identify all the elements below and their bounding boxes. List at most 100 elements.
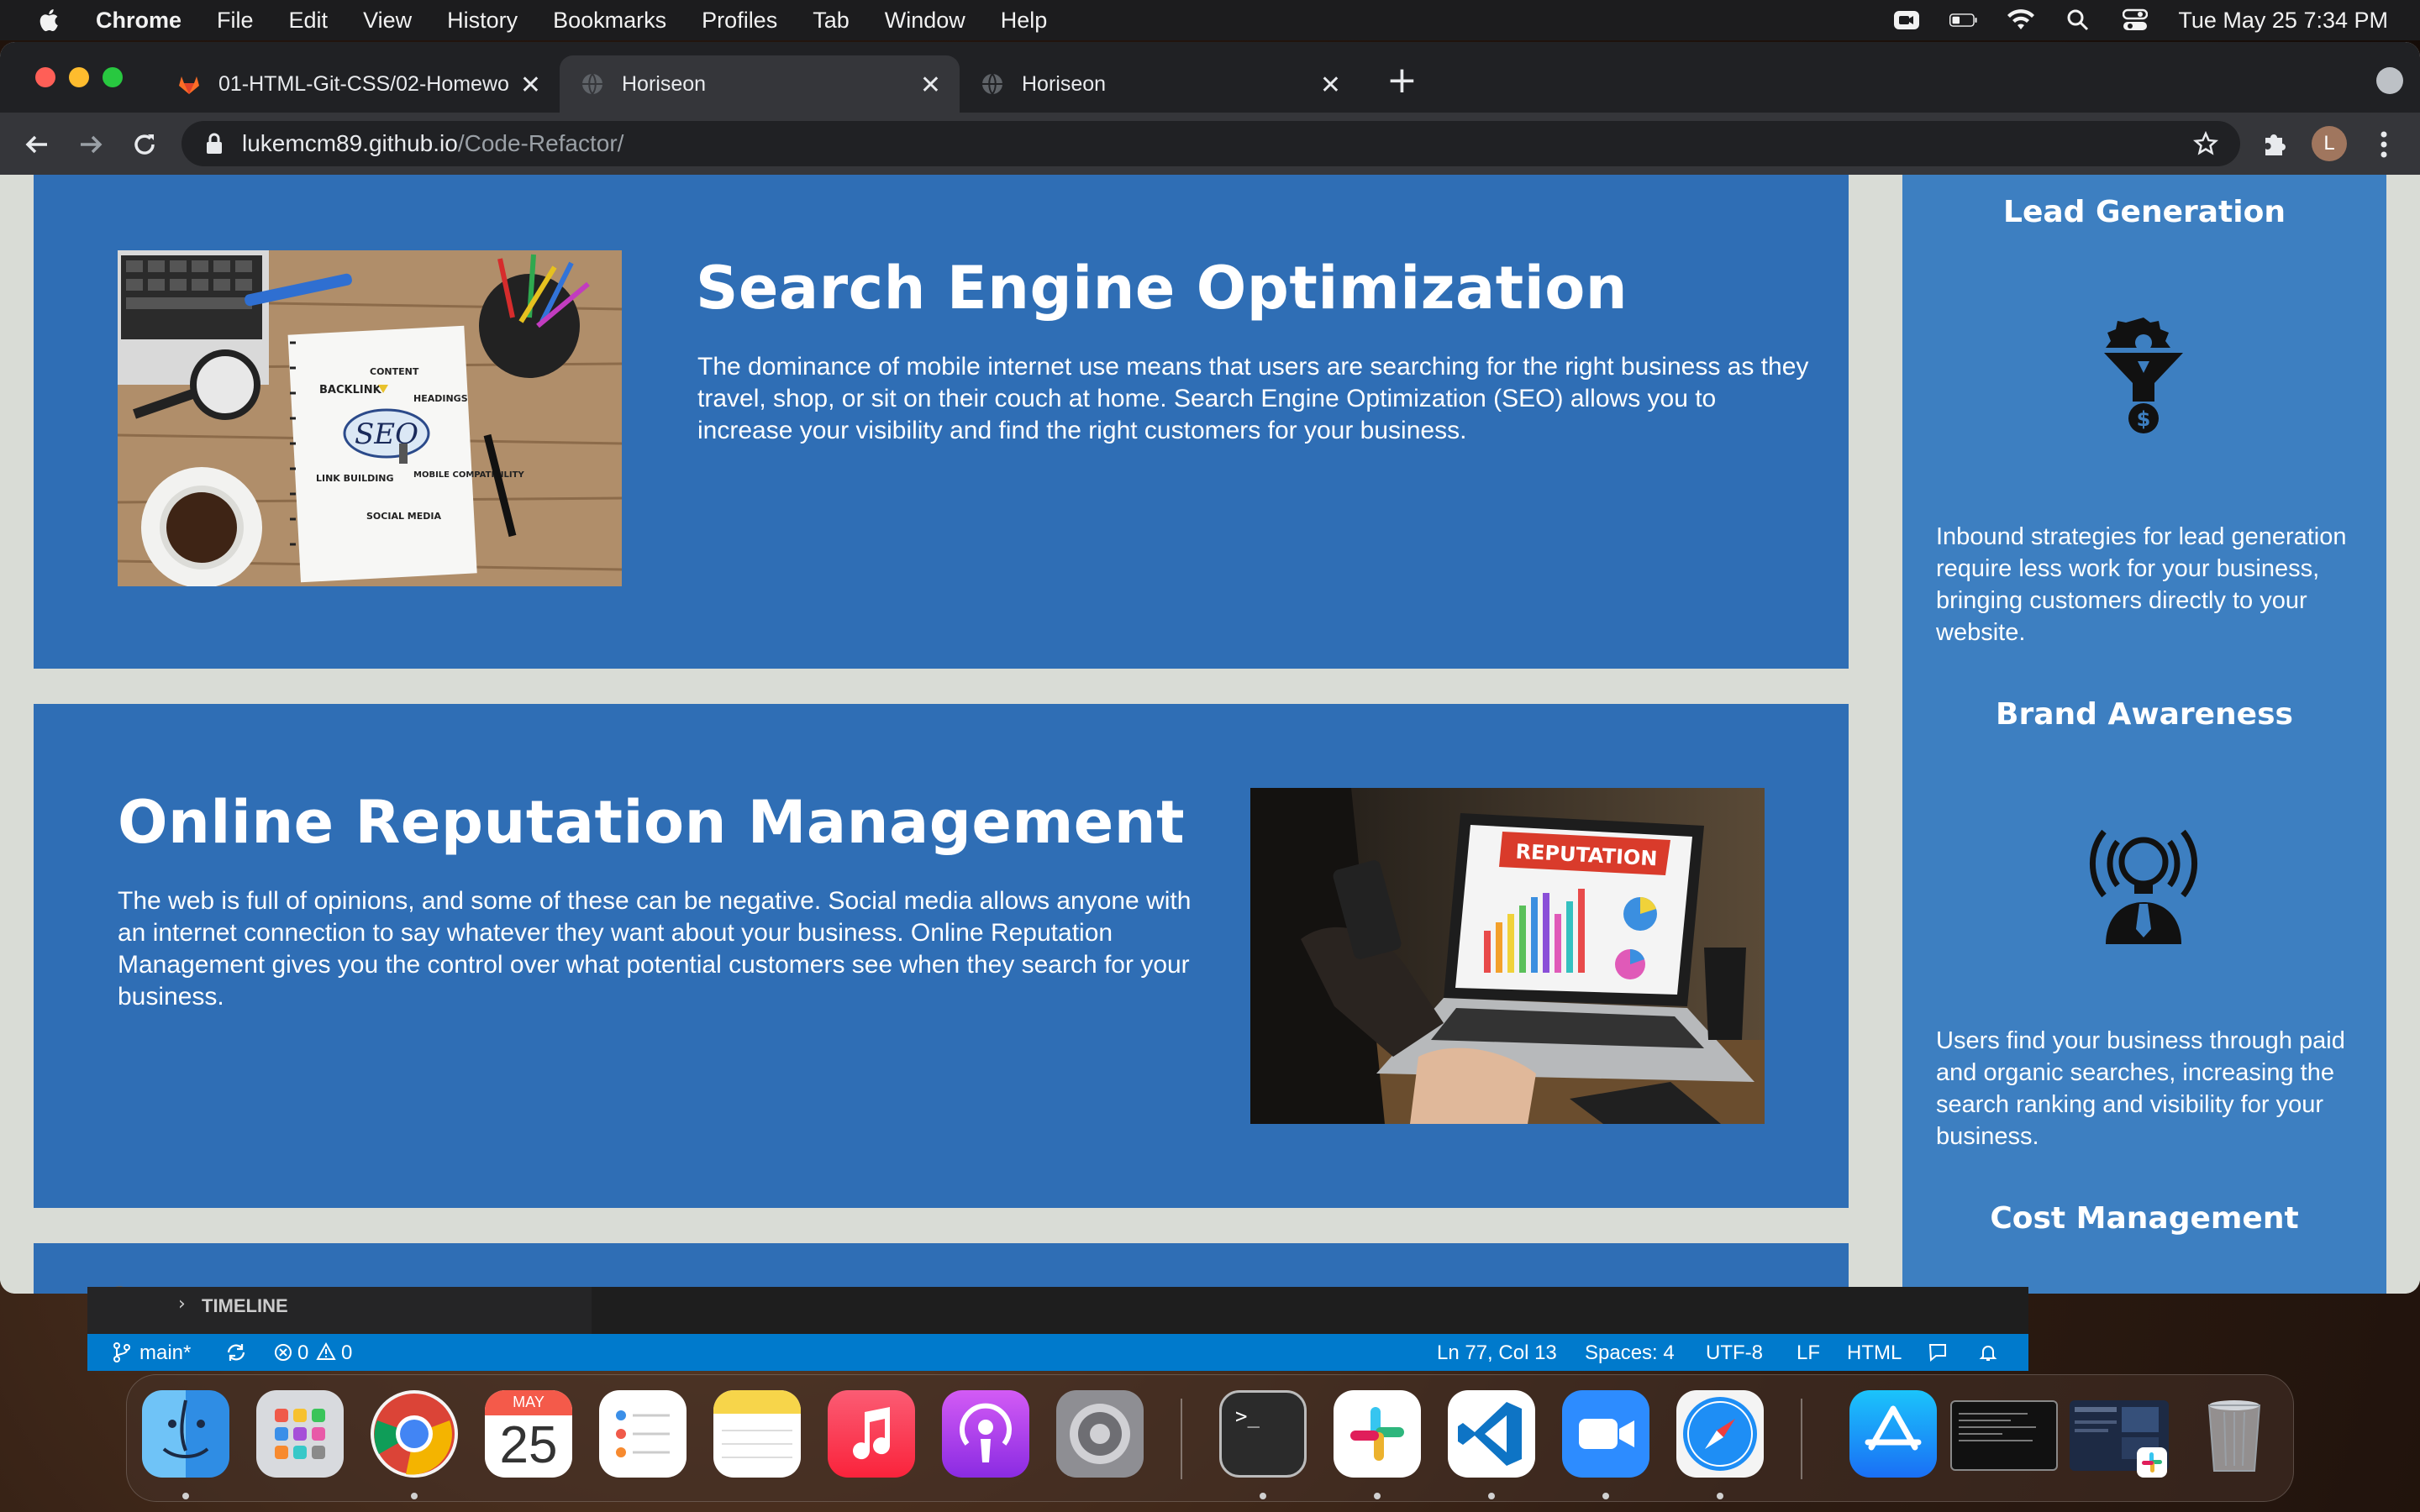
error-count[interactable]: 0 bbox=[297, 1341, 308, 1365]
terminal-window-thumbnail[interactable] bbox=[1950, 1400, 2058, 1471]
system-preferences-icon[interactable] bbox=[1056, 1390, 1144, 1478]
language-mode[interactable]: HTML bbox=[1847, 1341, 1902, 1365]
address-bar[interactable]: lukemcm89.github.io/Code-Refactor/ bbox=[182, 121, 2240, 166]
battery-icon[interactable] bbox=[1949, 8, 1978, 32]
zoom-window-button[interactable] bbox=[103, 67, 123, 87]
tab-horiseon-active[interactable]: Horiseon ✕ bbox=[560, 55, 960, 113]
tab-horiseon[interactable]: Horiseon ✕ bbox=[960, 55, 1360, 113]
finder-icon[interactable] bbox=[142, 1390, 229, 1478]
launchpad-icon[interactable] bbox=[256, 1390, 344, 1478]
menu-edit[interactable]: Edit bbox=[289, 8, 329, 34]
close-tab-icon[interactable]: ✕ bbox=[1320, 71, 1341, 100]
menu-profiles[interactable]: Profiles bbox=[702, 8, 777, 34]
tab-search-button[interactable] bbox=[2376, 67, 2403, 94]
menu-app-name[interactable]: Chrome bbox=[96, 8, 182, 34]
calendar-day: 25 bbox=[499, 1416, 558, 1474]
error-icon[interactable] bbox=[274, 1343, 292, 1362]
feedback-icon[interactable] bbox=[1928, 1342, 1949, 1362]
tab-title: Horiseon bbox=[1022, 71, 1107, 96]
menu-window[interactable]: Window bbox=[885, 8, 965, 34]
vscode-icon[interactable] bbox=[1448, 1390, 1535, 1478]
lead-generation-body: Inbound strategies for lead generation r… bbox=[1936, 523, 2347, 646]
benefits-aside: Lead Generation $ Inbound strategies for… bbox=[1902, 175, 2386, 1294]
seo-title: Search Engine Optimization bbox=[696, 254, 1628, 323]
running-indicator bbox=[1602, 1493, 1609, 1499]
seo-image-label: SOCIAL MEDIA bbox=[366, 511, 441, 522]
dock-separator bbox=[1181, 1399, 1182, 1479]
seo-image-label: MOBILE COMPATIBILITY bbox=[413, 470, 524, 480]
chevron-right-icon[interactable]: › bbox=[178, 1294, 186, 1315]
profile-avatar[interactable]: L bbox=[2312, 126, 2347, 161]
cursor-position[interactable]: Ln 77, Col 13 bbox=[1437, 1341, 1557, 1365]
running-indicator bbox=[182, 1493, 189, 1499]
close-tab-icon[interactable]: ✕ bbox=[520, 71, 541, 100]
notes-icon[interactable] bbox=[713, 1390, 801, 1478]
vscode-window: › TIMELINE main* 0 0 Ln 77, Col 13 Space… bbox=[87, 1286, 2028, 1371]
seo-image-label: LINK BUILDING bbox=[316, 473, 394, 484]
trash-icon[interactable] bbox=[2191, 1390, 2278, 1478]
reputation-image: REPUTATION bbox=[1250, 788, 1765, 1124]
git-branch-name[interactable]: main* bbox=[139, 1341, 191, 1365]
menu-bookmarks[interactable]: Bookmarks bbox=[553, 8, 666, 34]
seo-image-label: CONTENT bbox=[370, 366, 419, 377]
reload-button[interactable] bbox=[128, 128, 161, 161]
menu-tab[interactable]: Tab bbox=[813, 8, 850, 34]
warning-icon[interactable] bbox=[316, 1342, 336, 1361]
bookmark-star-icon[interactable] bbox=[2193, 131, 2218, 156]
timeline-panel-header[interactable]: TIMELINE bbox=[202, 1295, 288, 1317]
vscode-status-bar: main* 0 0 Ln 77, Col 13 Spaces: 4 UTF-8 … bbox=[87, 1334, 2028, 1371]
calendar-icon[interactable]: MAY 25 bbox=[485, 1390, 572, 1478]
menu-history[interactable]: History bbox=[447, 8, 518, 34]
wifi-icon[interactable] bbox=[2007, 8, 2035, 32]
seo-section: SEO BACKLINK CONTENT HEADINGS LINK BUILD… bbox=[34, 175, 1849, 669]
vscode-sidebar bbox=[87, 1287, 592, 1334]
menubar-clock[interactable]: Tue May 25 7:34 PM bbox=[2178, 8, 2388, 34]
zoom-status-icon[interactable] bbox=[1892, 8, 1921, 32]
chrome-menu-icon[interactable] bbox=[2371, 128, 2396, 161]
warning-count[interactable]: 0 bbox=[341, 1341, 352, 1365]
running-indicator bbox=[1488, 1493, 1495, 1499]
extensions-puzzle-icon[interactable] bbox=[2260, 129, 2289, 158]
dock-separator bbox=[1801, 1399, 1802, 1479]
safari-icon[interactable] bbox=[1676, 1390, 1764, 1478]
browser-toolbar: lukemcm89.github.io/Code-Refactor/ L bbox=[0, 113, 2420, 175]
file-encoding[interactable]: UTF-8 bbox=[1706, 1341, 1763, 1365]
music-icon[interactable] bbox=[828, 1390, 915, 1478]
lock-icon[interactable] bbox=[205, 133, 224, 155]
tab-gitlab[interactable]: 01-HTML-Git-CSS/02-Homewo ✕ bbox=[156, 55, 560, 113]
brand-awareness-body: Users find your business through paid an… bbox=[1936, 1027, 2345, 1150]
globe-icon bbox=[982, 73, 1002, 95]
zoom-icon[interactable] bbox=[1562, 1390, 1649, 1478]
terminal-icon[interactable]: >_ bbox=[1219, 1390, 1307, 1478]
sync-icon[interactable] bbox=[225, 1342, 247, 1362]
notifications-bell-icon[interactable] bbox=[1978, 1342, 1998, 1362]
menu-file[interactable]: File bbox=[217, 8, 254, 34]
reminders-icon[interactable] bbox=[599, 1390, 687, 1478]
menu-view[interactable]: View bbox=[363, 8, 412, 34]
app-store-icon[interactable] bbox=[1849, 1390, 1937, 1478]
minimize-window-button[interactable] bbox=[69, 67, 89, 87]
running-indicator bbox=[1260, 1493, 1266, 1499]
menu-help[interactable]: Help bbox=[1001, 8, 1048, 34]
indentation-setting[interactable]: Spaces: 4 bbox=[1585, 1341, 1675, 1365]
seo-image: SEO BACKLINK CONTENT HEADINGS LINK BUILD… bbox=[118, 250, 622, 586]
control-center-icon[interactable] bbox=[2121, 8, 2149, 32]
running-indicator bbox=[411, 1493, 418, 1499]
back-button[interactable] bbox=[20, 128, 54, 161]
slack-icon[interactable] bbox=[1334, 1390, 1421, 1478]
new-tab-button[interactable]: + bbox=[1386, 62, 1418, 99]
chrome-icon[interactable] bbox=[371, 1390, 458, 1478]
svg-text:$: $ bbox=[2137, 407, 2151, 431]
slack-badge-icon bbox=[2137, 1447, 2167, 1478]
apple-menu-icon[interactable] bbox=[37, 8, 59, 33]
cost-management-title: Cost Management bbox=[1990, 1201, 2299, 1236]
line-ending[interactable]: LF bbox=[1797, 1341, 1820, 1365]
close-window-button[interactable] bbox=[35, 67, 55, 87]
tab-title: Horiseon bbox=[622, 71, 707, 96]
forward-button[interactable] bbox=[74, 128, 108, 161]
browser-window-thumbnail[interactable] bbox=[2070, 1400, 2169, 1478]
podcasts-icon[interactable] bbox=[942, 1390, 1029, 1478]
close-tab-icon[interactable]: ✕ bbox=[920, 71, 941, 100]
git-branch-icon bbox=[113, 1342, 130, 1362]
spotlight-search-icon[interactable] bbox=[2064, 8, 2092, 32]
